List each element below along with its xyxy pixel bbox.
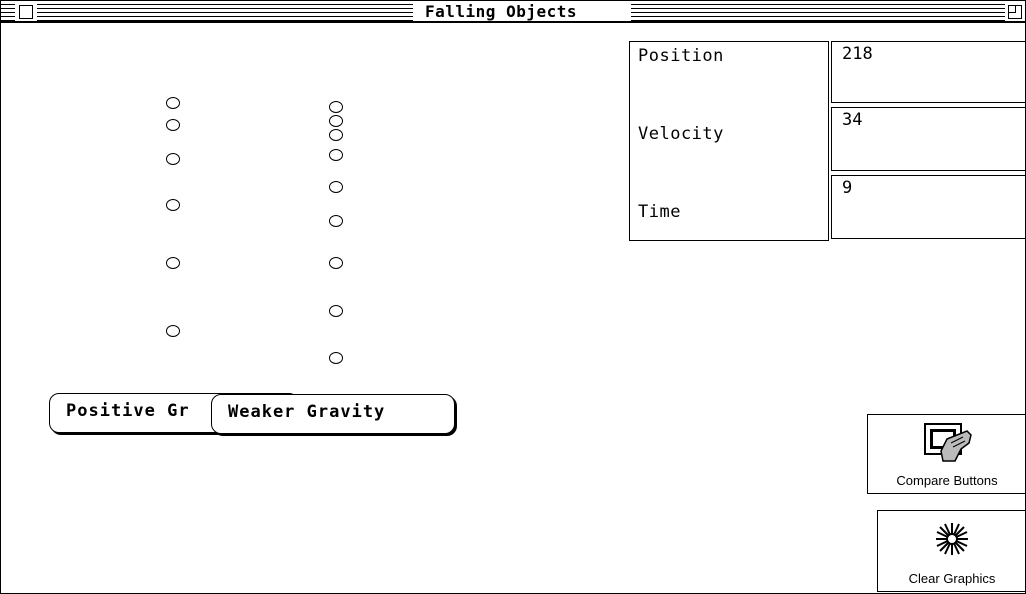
falling-ball <box>166 97 180 109</box>
readout-labels-box: Position Velocity Time <box>629 41 829 241</box>
zoom-box-icon[interactable] <box>1008 5 1022 19</box>
falling-ball <box>329 101 343 113</box>
close-box-icon[interactable] <box>19 5 33 19</box>
falling-ball <box>329 149 343 161</box>
time-value-field[interactable]: 9 <box>831 175 1025 239</box>
weaker-gravity-button[interactable]: Weaker Gravity <box>211 394 455 434</box>
falling-ball <box>329 257 343 269</box>
clear-graphics-button[interactable]: Clear Graphics <box>877 510 1025 592</box>
title-bar[interactable]: Falling Objects <box>1 1 1025 23</box>
falling-ball <box>166 325 180 337</box>
window-title: Falling Objects <box>425 2 577 21</box>
falling-ball <box>329 352 343 364</box>
falling-ball <box>166 257 180 269</box>
time-value: 9 <box>842 178 853 198</box>
falling-ball <box>329 115 343 127</box>
compare-buttons-button[interactable]: Compare Buttons <box>867 414 1025 494</box>
starburst-icon <box>936 523 968 555</box>
falling-ball <box>166 119 180 131</box>
velocity-label: Velocity <box>638 124 724 144</box>
position-value-field[interactable]: 218 <box>831 41 1025 103</box>
falling-ball <box>166 153 180 165</box>
compare-buttons-label: Compare Buttons <box>896 473 998 488</box>
falling-ball <box>329 181 343 193</box>
falling-ball <box>329 129 343 141</box>
clear-graphics-label: Clear Graphics <box>908 571 996 586</box>
falling-ball <box>329 305 343 317</box>
falling-ball <box>166 199 180 211</box>
velocity-value: 34 <box>842 110 863 130</box>
position-label: Position <box>638 46 724 66</box>
velocity-value-field[interactable]: 34 <box>831 107 1025 171</box>
falling-ball <box>329 215 343 227</box>
time-label: Time <box>638 202 681 222</box>
falling-objects-window: Falling Objects Position Velocity Time 2… <box>0 0 1026 594</box>
position-value: 218 <box>842 44 873 64</box>
hand-pressing-button-icon <box>924 423 972 462</box>
